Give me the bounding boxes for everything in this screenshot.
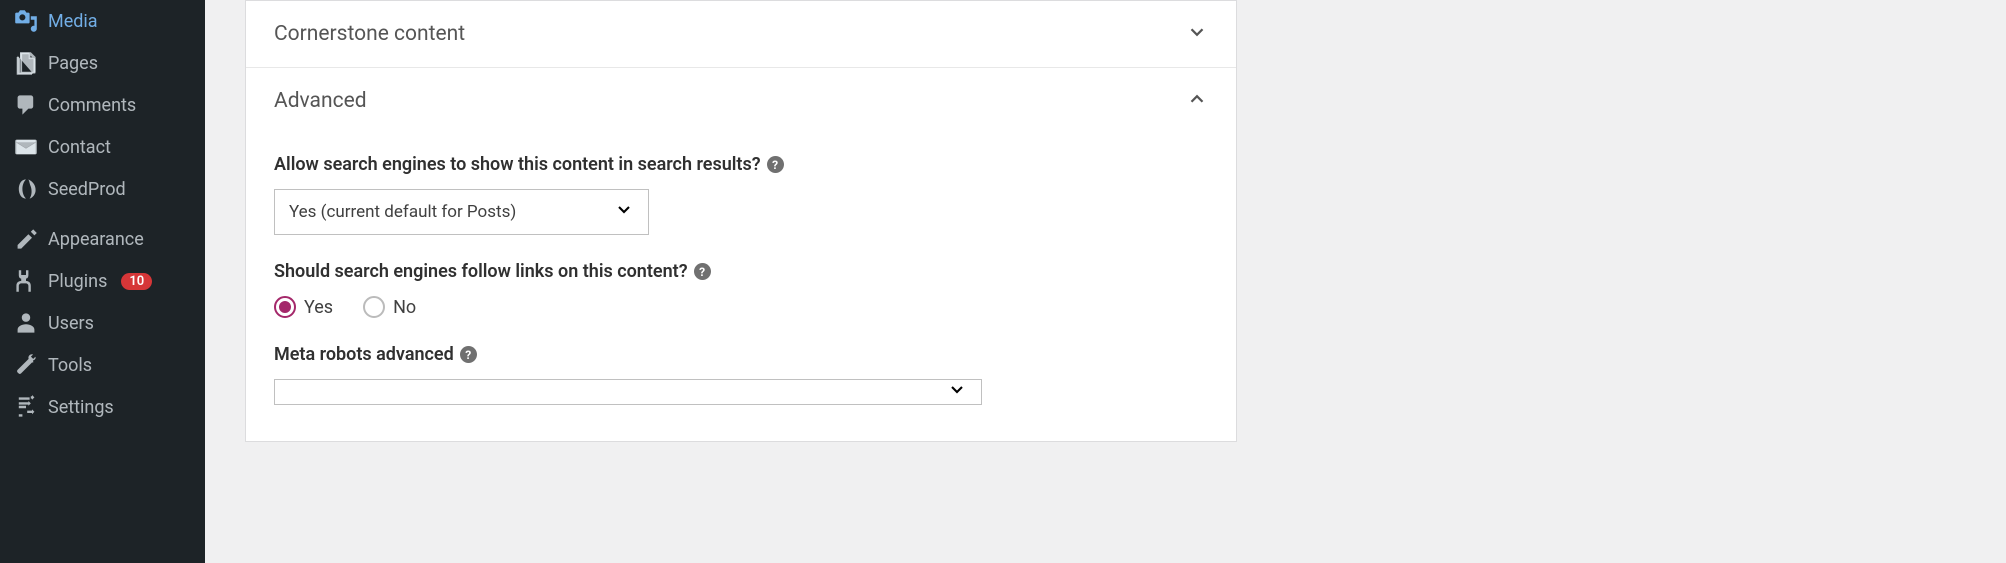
sidebar-item-label: Plugins [48, 271, 107, 292]
meta-robots-select[interactable] [274, 379, 982, 405]
sidebar-item-label: Contact [48, 137, 111, 158]
advanced-body: Allow search engines to show this conten… [246, 134, 1236, 441]
comments-icon [14, 93, 38, 117]
field-label: Allow search engines to show this conten… [274, 154, 1208, 175]
sidebar-item-label: Comments [48, 95, 136, 116]
radio-circle-icon [363, 296, 385, 318]
sidebar-item-seedprod[interactable]: SeedProd [0, 168, 205, 210]
chevron-down-icon [614, 200, 634, 225]
field-meta-robots: Meta robots advanced ? [274, 344, 1208, 405]
select-value: Yes (current default for Posts) [289, 202, 516, 222]
sidebar-item-label: Settings [48, 397, 114, 418]
allow-search-select[interactable]: Yes (current default for Posts) [274, 189, 649, 235]
accordion-title: Advanced [274, 89, 367, 113]
sidebar-item-label: Media [48, 11, 98, 32]
follow-links-radio-group: Yes No [274, 296, 1208, 318]
field-label: Meta robots advanced ? [274, 344, 1208, 365]
plugins-update-badge: 10 [121, 273, 152, 290]
tools-icon [14, 353, 38, 377]
chevron-up-icon [1186, 88, 1208, 114]
plugins-icon [14, 269, 38, 293]
settings-panel: Cornerstone content Advanced Allow searc… [245, 0, 1237, 442]
seedprod-icon [14, 177, 38, 201]
sidebar-item-plugins[interactable]: Plugins 10 [0, 260, 205, 302]
accordion-advanced[interactable]: Advanced [246, 68, 1236, 134]
appearance-icon [14, 227, 38, 251]
pages-icon [14, 51, 38, 75]
users-icon [14, 311, 38, 335]
field-label: Should search engines follow links on th… [274, 261, 1208, 282]
sidebar-item-pages[interactable]: Pages [0, 42, 205, 84]
radio-yes[interactable]: Yes [274, 296, 333, 318]
help-icon[interactable]: ? [694, 263, 711, 280]
main-content: Cornerstone content Advanced Allow searc… [205, 0, 2006, 563]
sidebar-item-label: Tools [48, 355, 92, 376]
radio-circle-icon [274, 296, 296, 318]
field-follow-links: Should search engines follow links on th… [274, 261, 1208, 318]
help-icon[interactable]: ? [460, 346, 477, 363]
chevron-down-icon [1186, 21, 1208, 47]
contact-icon [14, 135, 38, 159]
accordion-cornerstone[interactable]: Cornerstone content [246, 1, 1236, 68]
admin-sidebar: Media Pages Comments Contact SeedProd Ap… [0, 0, 205, 563]
radio-label: Yes [304, 297, 333, 318]
sidebar-item-users[interactable]: Users [0, 302, 205, 344]
sidebar-item-comments[interactable]: Comments [0, 84, 205, 126]
sidebar-item-contact[interactable]: Contact [0, 126, 205, 168]
sidebar-item-label: Appearance [48, 229, 144, 250]
sidebar-item-tools[interactable]: Tools [0, 344, 205, 386]
accordion-title: Cornerstone content [274, 22, 465, 46]
radio-label: No [393, 297, 416, 318]
sidebar-item-media[interactable]: Media [0, 0, 205, 42]
sidebar-item-appearance[interactable]: Appearance [0, 218, 205, 260]
sidebar-item-label: Users [48, 313, 94, 334]
sidebar-item-settings[interactable]: Settings [0, 386, 205, 428]
settings-icon [14, 395, 38, 419]
sidebar-item-label: SeedProd [48, 179, 126, 200]
radio-no[interactable]: No [363, 296, 416, 318]
chevron-down-icon [947, 380, 967, 405]
sidebar-item-label: Pages [48, 53, 98, 74]
field-allow-search: Allow search engines to show this conten… [274, 154, 1208, 235]
media-icon [14, 9, 38, 33]
help-icon[interactable]: ? [767, 156, 784, 173]
